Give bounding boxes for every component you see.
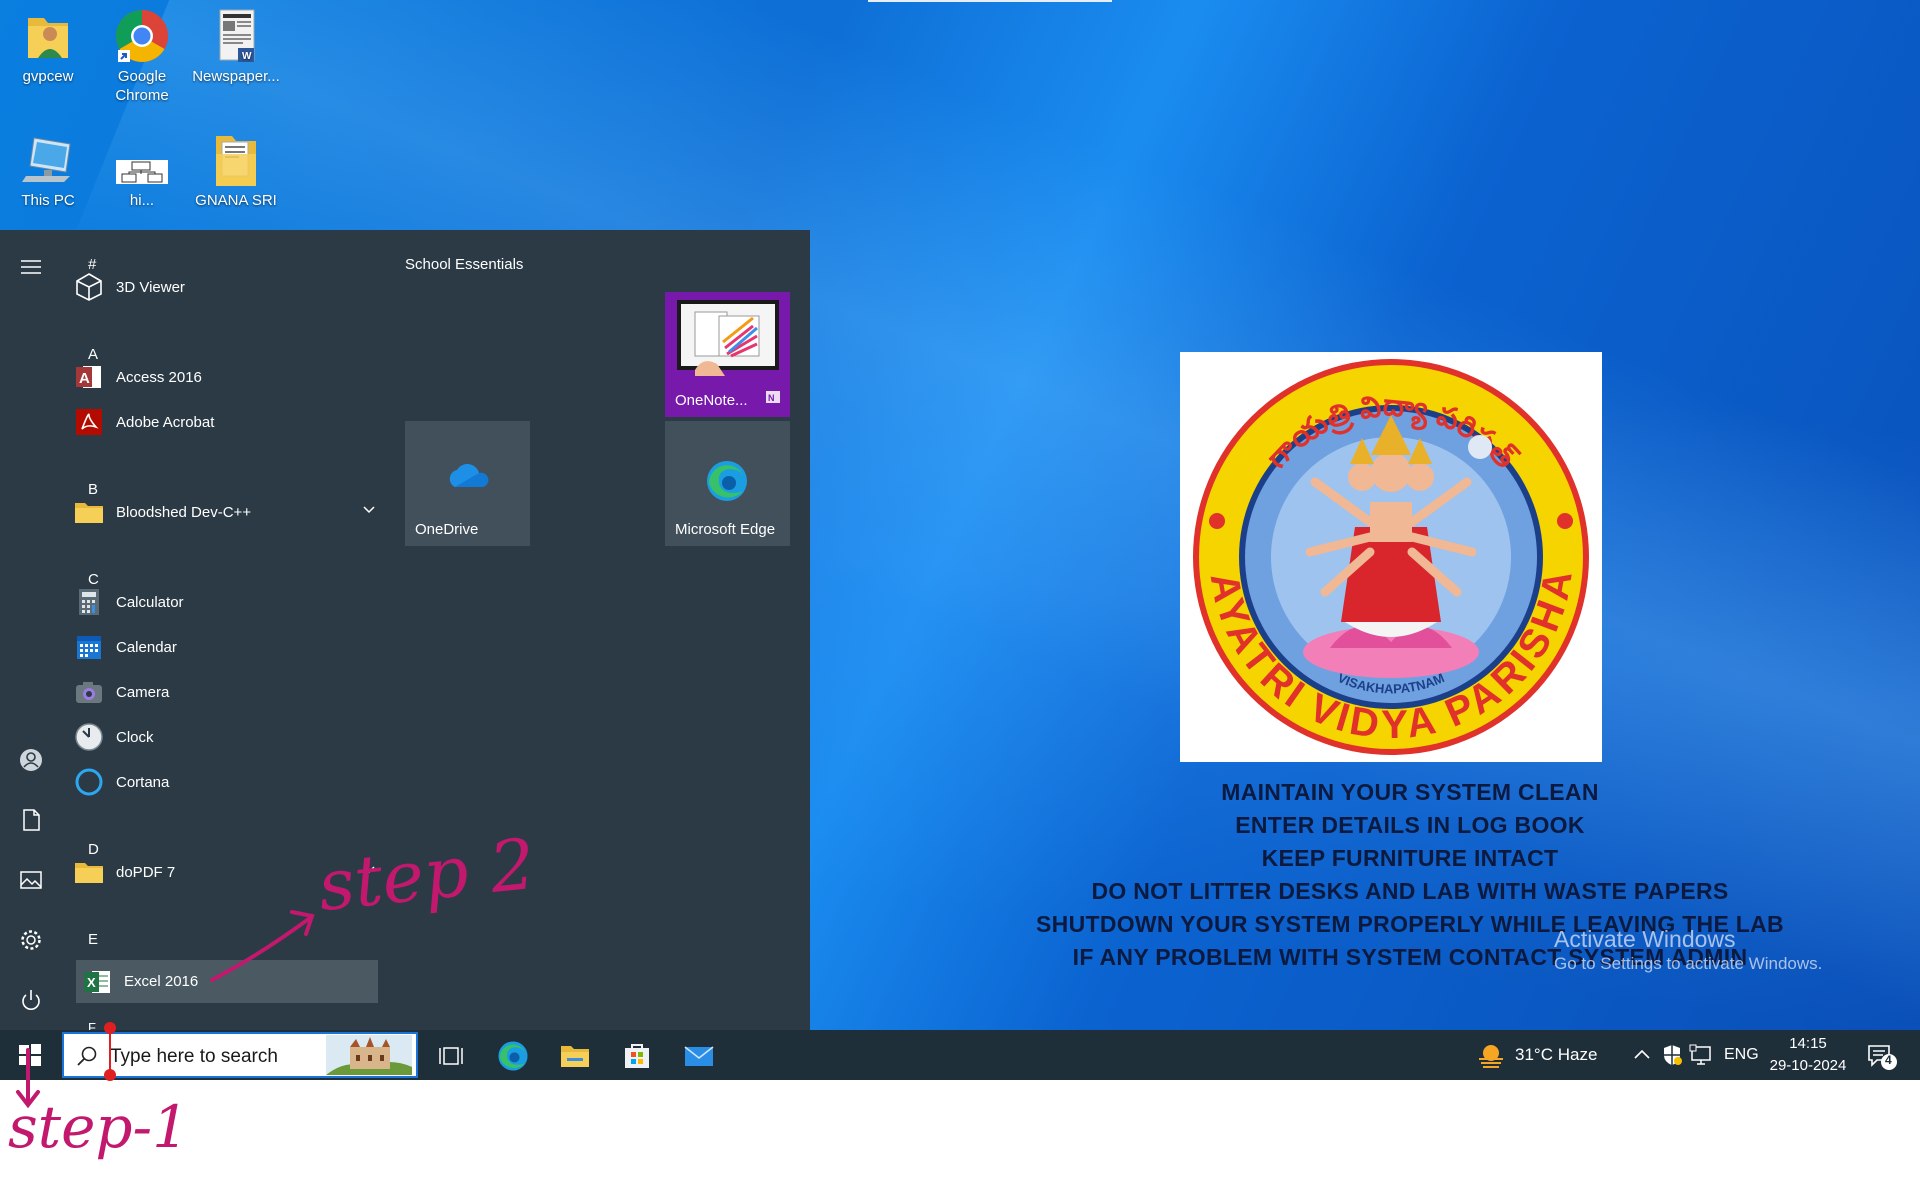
app-label: 3D Viewer xyxy=(116,278,185,296)
app-adobe-acrobat[interactable]: Adobe Acrobat xyxy=(74,402,392,442)
taskbar-file-explorer-button[interactable] xyxy=(559,1040,591,1072)
edge-icon xyxy=(705,459,749,507)
account-icon[interactable] xyxy=(18,747,44,773)
network-icon xyxy=(1689,1044,1711,1065)
folder-icon xyxy=(208,132,264,188)
app-calendar[interactable]: Calendar xyxy=(74,627,392,667)
action-center-button[interactable]: 4 xyxy=(1866,1042,1898,1072)
desktop-window-edge xyxy=(868,0,1112,2)
word-document-icon: W xyxy=(208,8,264,64)
desktop-icon-label: gvpcew xyxy=(22,68,74,85)
app-camera[interactable]: Camera xyxy=(74,672,392,712)
calculator-icon xyxy=(74,587,104,617)
language-text: ENG xyxy=(1724,1046,1759,1063)
app-label: Cortana xyxy=(116,773,170,791)
desktop-icon-newspaper[interactable]: W Newspaper... xyxy=(188,8,284,86)
calendar-icon xyxy=(74,632,104,662)
file-explorer-icon xyxy=(561,1046,589,1067)
image-file-icon xyxy=(114,132,170,188)
app-clock[interactable]: Clock xyxy=(74,717,392,757)
show-hidden-icons-button[interactable] xyxy=(1631,1044,1653,1066)
app-3d-viewer[interactable]: 3D Viewer xyxy=(74,267,392,307)
sun-haze-icon xyxy=(1479,1045,1503,1068)
svg-text:W: W xyxy=(242,51,252,62)
clock-date-widget[interactable]: 14:15 29-10-2024 xyxy=(1768,1030,1848,1080)
hamburger-menu-icon[interactable] xyxy=(18,254,44,280)
tile-onedrive[interactable]: OneDrive xyxy=(405,421,530,546)
app-access-2016[interactable]: A Access 2016 xyxy=(74,357,392,397)
rule-line: MAINTAIN YOUR SYSTEM CLEAN xyxy=(1221,779,1599,805)
app-label: Calculator xyxy=(116,593,184,611)
app-label: Adobe Acrobat xyxy=(116,413,215,431)
step-1-annotation: step-1 xyxy=(8,1093,190,1161)
desktop-icon-hi[interactable]: hi... xyxy=(94,132,190,210)
acrobat-icon xyxy=(74,407,104,437)
clock-icon xyxy=(74,722,104,752)
app-label: Bloodshed Dev-C++ xyxy=(116,503,252,521)
rule-line: ENTER DETAILS IN LOG BOOK xyxy=(1235,812,1585,838)
cube-icon xyxy=(74,272,104,302)
cortana-icon xyxy=(74,767,104,797)
network-tray-button[interactable] xyxy=(1689,1043,1713,1067)
rule-line: KEEP FURNITURE INTACT xyxy=(1261,845,1559,871)
desktop-icon-label: Newspaper... xyxy=(192,68,280,85)
tile-label: Microsoft Edge xyxy=(675,521,776,538)
desktop-icon-label: This PC xyxy=(21,192,75,209)
notification-count-badge: 4 xyxy=(1885,1053,1892,1067)
shield-icon xyxy=(1664,1045,1682,1065)
security-tray-button[interactable] xyxy=(1660,1043,1684,1067)
taskbar-mail-button[interactable] xyxy=(683,1040,715,1072)
tile-group-title[interactable]: School Essentials xyxy=(405,256,523,273)
chevron-up-icon xyxy=(1634,1049,1650,1059)
user-folder-icon xyxy=(20,8,76,64)
chevron-down-icon[interactable] xyxy=(362,502,376,520)
camera-icon xyxy=(74,677,104,707)
activate-windows-watermark: Activate Windows Go to Settings to activ… xyxy=(1554,926,1822,975)
notification-icon xyxy=(1868,1045,1897,1070)
desktop-icon-label: hi... xyxy=(129,192,155,209)
gayatri-vidya-parishad-logo: గాయత్రి విద్యా పరిషత్ GAYATRI VIDYA PARI… xyxy=(1164,345,1602,762)
svg-text:A: A xyxy=(79,370,90,387)
app-label: Access 2016 xyxy=(116,368,202,386)
activate-windows-title: Activate Windows xyxy=(1554,926,1736,952)
desktop-icon-gnana-sri[interactable]: GNANA SRI xyxy=(188,132,284,210)
weather-widget[interactable]: 31°C Haze xyxy=(1475,1030,1597,1080)
desktop-icon-gvpcew[interactable]: gvpcew xyxy=(0,8,96,86)
store-icon xyxy=(625,1044,649,1068)
app-label: Clock xyxy=(116,728,154,746)
desktop-icon-label: GNANA SRI xyxy=(195,192,277,209)
chrome-icon xyxy=(114,8,170,64)
rule-line: DO NOT LITTER DESKS AND LAB WITH WASTE P… xyxy=(1091,878,1729,904)
app-label: Calendar xyxy=(116,638,177,656)
input-language-indicator[interactable]: ENG xyxy=(1724,1030,1759,1080)
folder-icon xyxy=(74,497,104,527)
desktop-icon-this-pc[interactable]: This PC xyxy=(0,132,96,210)
time-text: 14:15 xyxy=(1789,1035,1827,1052)
desktop-icon-google-chrome[interactable]: Google Chrome xyxy=(94,8,190,105)
svg-text:N: N xyxy=(768,393,775,403)
app-bloodshed-dev-cpp[interactable]: Bloodshed Dev-C++ xyxy=(74,492,392,532)
arrow-to-excel xyxy=(210,916,312,982)
access-icon: A xyxy=(74,362,104,392)
weather-text: 31°C Haze xyxy=(1515,1045,1598,1064)
desktop-icon-label: Google Chrome xyxy=(115,68,169,104)
tile-label: OneDrive xyxy=(415,521,479,538)
taskbar-store-button[interactable] xyxy=(621,1040,653,1072)
tile-microsoft-edge[interactable]: Microsoft Edge xyxy=(665,421,790,546)
onenote-badge-icon: N xyxy=(766,390,780,407)
computer-icon xyxy=(20,132,76,188)
activate-windows-subtitle: Go to Settings to activate Windows. xyxy=(1554,954,1823,973)
app-label: Camera xyxy=(116,683,170,701)
tile-onenote[interactable]: OneNote... N xyxy=(665,292,790,417)
mail-icon xyxy=(684,1046,714,1066)
tile-label: OneNote... xyxy=(675,392,748,409)
app-calculator[interactable]: Calculator xyxy=(74,582,392,622)
app-cortana[interactable]: Cortana xyxy=(74,762,392,802)
onedrive-cloud-icon xyxy=(445,459,491,493)
date-text: 29-10-2024 xyxy=(1769,1057,1847,1074)
